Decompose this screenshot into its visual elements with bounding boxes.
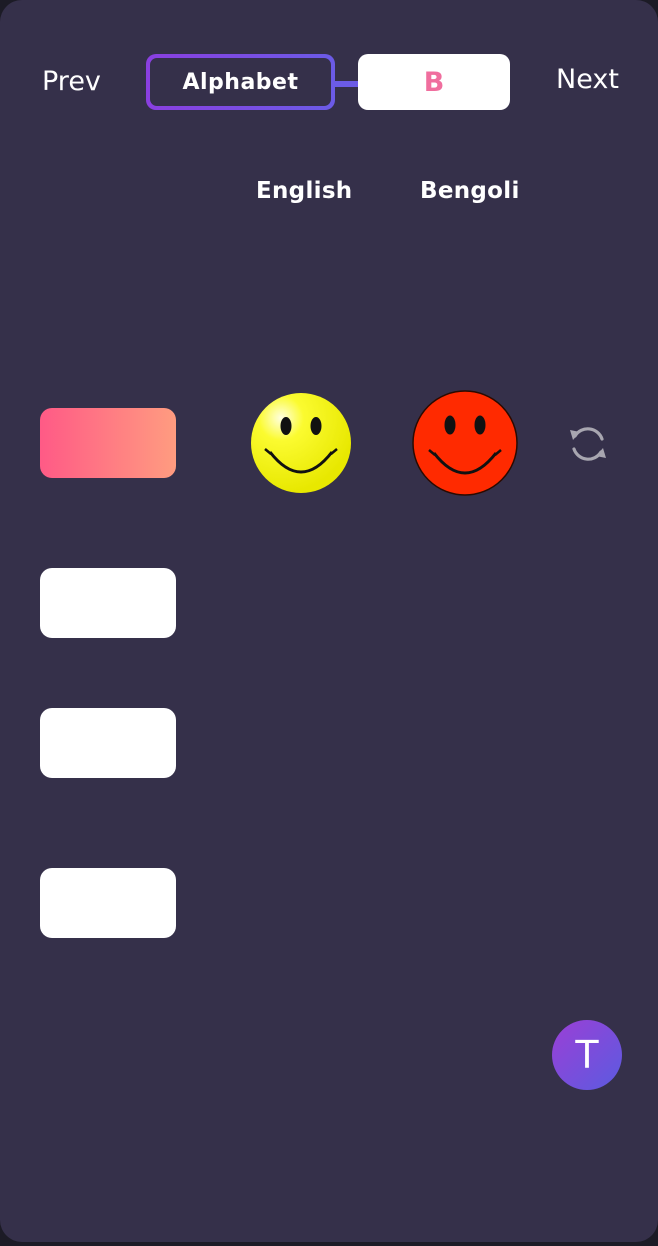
app-screen: Prev Alphabet B Next English Bengoli T — [0, 0, 658, 1242]
topic-pill[interactable]: Alphabet — [146, 54, 335, 110]
topic-label: Alphabet — [150, 58, 331, 106]
english-column-label: English — [256, 178, 353, 204]
refresh-icon[interactable] — [566, 422, 610, 466]
answer-option-4[interactable] — [40, 868, 176, 938]
answer-option-3[interactable] — [40, 708, 176, 778]
next-button[interactable]: Next — [556, 64, 619, 95]
prev-button[interactable]: Prev — [42, 66, 101, 97]
answer-option-1[interactable] — [40, 408, 176, 478]
bengali-column-label: Bengoli — [420, 178, 520, 204]
answer-option-2[interactable] — [40, 568, 176, 638]
floating-action-button[interactable]: T — [552, 1020, 622, 1090]
pill-connector — [335, 81, 359, 87]
smiley-red-icon — [412, 390, 518, 496]
smiley-yellow-icon — [251, 393, 351, 493]
current-letter-pill[interactable]: B — [358, 54, 510, 110]
